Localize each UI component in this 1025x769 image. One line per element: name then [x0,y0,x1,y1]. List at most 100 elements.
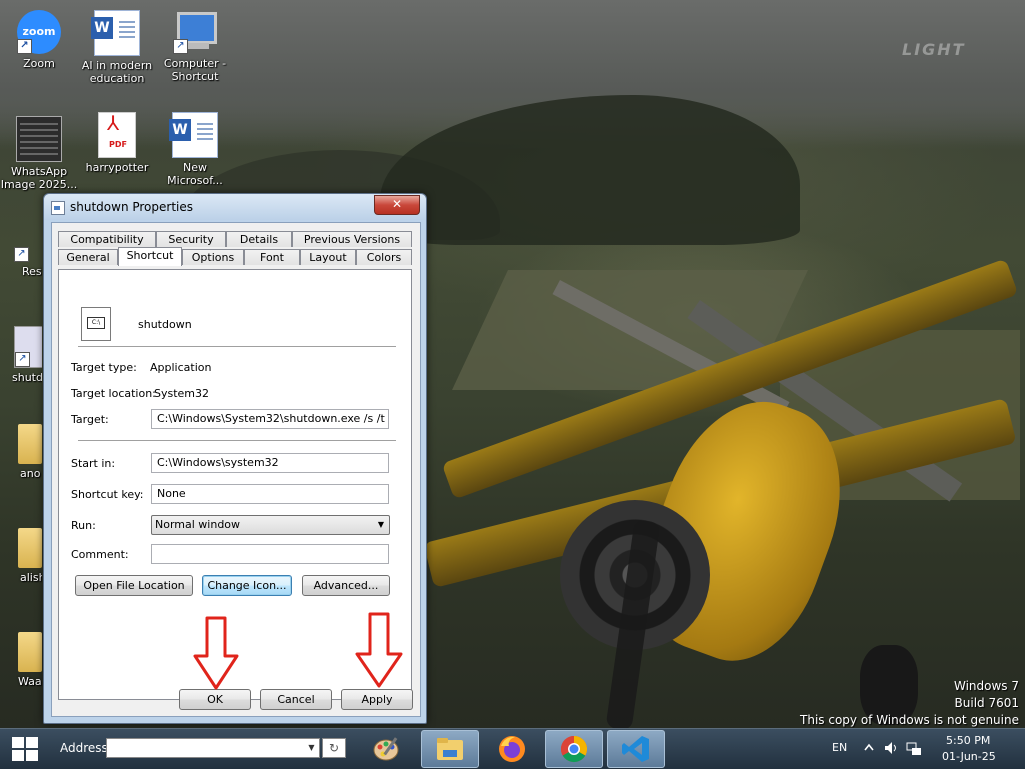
taskbar-file-explorer[interactable] [421,730,479,768]
divider [78,346,396,347]
address-input[interactable] [106,738,320,758]
run-select[interactable]: Normal window ▼ [151,515,390,535]
desktop-icon-label: Computer - Shortcut [163,57,227,83]
desktop-icon-restart[interactable]: ↗ Rest [0,222,42,278]
tab-colors[interactable]: Colors [356,249,412,265]
shutdown-shortcut-icon: ↗ [14,326,42,368]
desktop-icon-folder-alish[interactable]: alish [0,528,42,584]
clock-time[interactable]: 5:50 PM [946,734,990,747]
chrome-icon [560,735,588,763]
tab-shortcut[interactable]: Shortcut [118,247,182,266]
chevron-up-icon[interactable] [863,741,875,755]
chevron-down-icon[interactable]: ▼ [303,738,320,758]
tab-details[interactable]: Details [226,231,292,247]
genuine-line-build: Build 7601 [954,696,1019,710]
cancel-button[interactable]: Cancel [260,689,332,710]
tab-general[interactable]: General [58,249,118,265]
shortcut-key-field[interactable]: None [151,484,389,504]
desktop-icon-computer-shortcut[interactable]: ↗ Computer - Shortcut [156,10,234,83]
target-location-label: Target location: [71,387,156,400]
annotation-arrow-apply [355,612,403,688]
taskbar-chrome[interactable] [545,730,603,768]
shortcut-arrow-icon: ↗ [14,247,29,262]
desktop-icon-shutdown[interactable]: ↗ shutd [0,326,42,384]
desktop-icon-folder-ano[interactable]: ano [0,424,42,480]
tab-font[interactable]: Font [244,249,300,265]
comment-field[interactable] [151,544,389,564]
shortcut-arrow-icon: ↗ [15,352,30,367]
desktop-icon-ai-in-modern-education[interactable]: W AI in modern education [78,10,156,85]
taskbar-paint[interactable] [357,730,415,768]
desktop-icon-label: AI in modern education [81,59,153,85]
desktop-icon-label: Waa [18,675,42,688]
target-type-label: Target type: [71,361,137,374]
ok-button[interactable]: OK [179,689,251,710]
zoom-icon: zoom ↗ [17,10,61,54]
run-select-value: Normal window [155,518,241,531]
restart-shortcut-icon: ↗ [14,222,42,262]
start-in-field[interactable]: C:\Windows\system32 [151,453,389,473]
close-icon: ✕ [391,197,403,211]
desktop-icon-harrypotter[interactable]: ⅄ PDF harrypotter [78,112,156,174]
shortcut-arrow-icon: ↗ [17,39,32,54]
desktop-icon-label: Zoom [23,57,55,70]
desktop-icon-label: New Microsof... [167,161,223,187]
tab-security[interactable]: Security [156,231,226,247]
taskbar-vscode[interactable] [607,730,665,768]
shortcut-key-label: Shortcut key: [71,488,144,501]
desktop-icon-label: shutd [12,371,42,384]
desktop-icon-label: alish [20,571,42,584]
tab-layout[interactable]: Layout [300,249,356,265]
target-field[interactable]: C:\Windows\System32\shutdown.exe /s /t 0 [151,409,389,429]
image-file-icon [16,116,62,162]
desktop-icon-label: ano [20,467,41,480]
start-in-label: Start in: [71,457,116,470]
comment-label: Comment: [71,548,129,561]
windows-logo-icon [12,737,24,748]
taskbar-firefox[interactable] [483,730,541,768]
shortcut-properties-icon [51,201,65,215]
advanced-button[interactable]: Advanced... [302,575,390,596]
folder-icon [18,424,42,464]
shortcut-file-name: shutdown [138,318,192,331]
desktop-icon-whatsapp-image[interactable]: WhatsApp Image 2025... [0,116,78,191]
tab-compatibility[interactable]: Compatibility [58,231,156,247]
language-indicator[interactable]: EN [832,741,847,754]
folder-icon [18,632,42,672]
start-button[interactable] [12,737,38,761]
desktop-icon-label: Rest [22,265,42,278]
desktop-icon-new-microsoft[interactable]: W New Microsof... [156,112,234,187]
network-icon[interactable] [906,741,922,757]
refresh-icon[interactable]: ↻ [322,738,346,758]
taskbar: Address ▼ ↻ EN 5:50 PM 01-Jun-25 [0,728,1025,769]
target-location-value: System32 [154,387,210,400]
tab-options[interactable]: Options [182,249,244,265]
folder-icon [437,738,463,760]
target-type-value: Application [150,361,212,374]
close-button[interactable]: ✕ [374,195,420,215]
desktop-icon-folder-waa[interactable]: Waa [0,632,42,688]
computer-icon: ↗ [173,10,217,54]
open-file-location-button[interactable]: Open File Location [75,575,193,596]
address-toolbar-label: Address [60,741,108,755]
pdf-icon: ⅄ PDF [98,112,136,158]
dialog-titlebar[interactable]: shutdown Properties ✕ [44,194,426,220]
vscode-icon [622,736,649,762]
genuine-line-os: Windows 7 [953,679,1019,693]
word-document-icon: W [91,10,140,56]
paint-palette-icon [373,737,399,761]
tab-previous-versions[interactable]: Previous Versions [292,231,412,247]
desktop-icon-zoom[interactable]: zoom ↗ Zoom [0,10,78,70]
change-icon-button[interactable]: Change Icon... [202,575,292,596]
word-document-icon: W [169,112,218,158]
shortcut-file-icon: C:\ [81,307,111,341]
clock-date[interactable]: 01-Jun-25 [942,750,996,763]
desktop-icon-label: harrypotter [85,161,149,174]
apply-button[interactable]: Apply [341,689,413,710]
wallpaper-watermark: LIGHT [902,40,966,59]
run-label: Run: [71,519,96,532]
divider [78,440,396,441]
speaker-icon[interactable] [884,741,900,755]
folder-icon [18,528,42,568]
dialog-title: shutdown Properties [70,200,194,214]
